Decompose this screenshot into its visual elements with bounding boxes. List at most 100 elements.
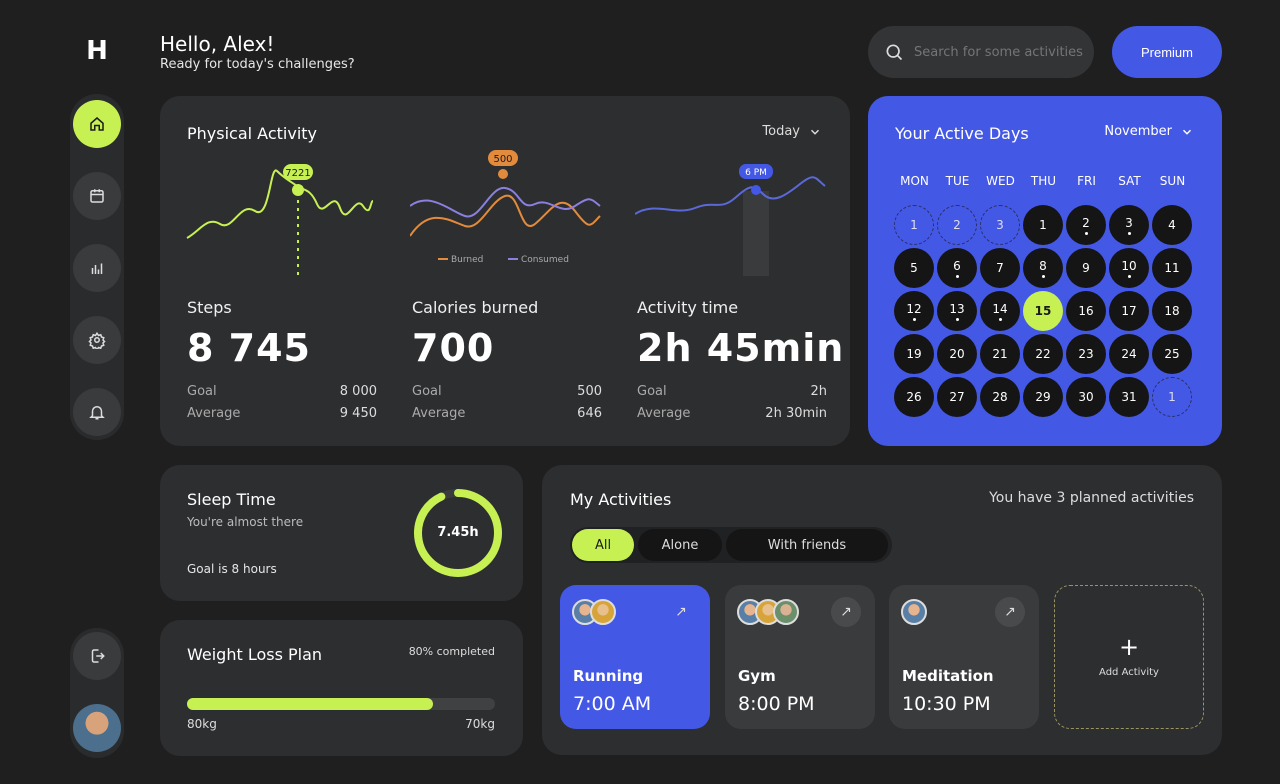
search-icon: [886, 44, 903, 61]
calendar-day[interactable]: 22: [1023, 334, 1063, 374]
search-input[interactable]: [914, 44, 1084, 60]
sidebar-item-home[interactable]: [73, 100, 121, 148]
calendar-day[interactable]: 3: [1109, 205, 1149, 245]
arrow-up-right-icon[interactable]: ↗: [831, 597, 861, 627]
sidebar-item-settings[interactable]: [73, 316, 121, 364]
calendar-day-outside[interactable]: 2: [937, 205, 977, 245]
calendar-day[interactable]: 1: [1023, 205, 1063, 245]
period-dropdown[interactable]: Today: [762, 124, 822, 139]
calendar-day[interactable]: 30: [1066, 377, 1106, 417]
calendar-day[interactable]: 8: [1023, 248, 1063, 288]
sleep-subtitle: You're almost there: [187, 515, 304, 529]
weekday-label: SAT: [1118, 174, 1141, 188]
arrow-up-right-icon[interactable]: ↗: [995, 597, 1025, 627]
calendar-day[interactable]: 29: [1023, 377, 1063, 417]
sidebar-item-notifications[interactable]: [73, 388, 121, 436]
calendar-day[interactable]: 12: [894, 291, 934, 331]
calendar-day[interactable]: 4: [1152, 205, 1192, 245]
calendar-day[interactable]: 23: [1066, 334, 1106, 374]
calendar-day[interactable]: 10: [1109, 248, 1149, 288]
premium-button[interactable]: Premium: [1112, 26, 1222, 78]
plus-icon: +: [1118, 632, 1140, 661]
calendar-day[interactable]: 14: [980, 291, 1020, 331]
logout-button[interactable]: [73, 632, 121, 680]
calendar-day-outside[interactable]: 1: [1152, 377, 1192, 417]
calendar-day[interactable]: 13: [937, 291, 977, 331]
calendar-day[interactable]: 25: [1152, 334, 1192, 374]
calendar-day-outside[interactable]: 3: [980, 205, 1020, 245]
calendar-day-today[interactable]: 15: [1023, 291, 1063, 331]
bell-icon: [89, 406, 105, 420]
sidebar-bottom: [70, 628, 124, 758]
steps-goal: 8 000: [339, 384, 377, 399]
calendar-day[interactable]: 26: [894, 377, 934, 417]
calendar-day[interactable]: 19: [894, 334, 934, 374]
avatar[interactable]: [73, 704, 121, 752]
planned-count: You have 3 planned activities: [989, 490, 1194, 506]
app-logo[interactable]: H: [84, 38, 110, 64]
sleep-value: 7.45h: [437, 525, 479, 540]
activity-time-avg-label: Average: [637, 406, 691, 421]
calendar-day-number: 29: [1035, 390, 1051, 404]
sleep-time-card: Sleep Time You're almost there Goal is 8…: [160, 465, 523, 601]
calendar-day-number: 16: [1078, 304, 1094, 318]
calendar-day[interactable]: 20: [937, 334, 977, 374]
activity-name: Meditation: [902, 667, 994, 685]
filter-with-friends[interactable]: With friends: [726, 529, 888, 561]
calendar-day-outside[interactable]: 1: [894, 205, 934, 245]
calendar-day[interactable]: 16: [1066, 291, 1106, 331]
activities-title: My Activities: [570, 490, 672, 509]
calendar-day[interactable]: 27: [937, 377, 977, 417]
search-bar[interactable]: [868, 26, 1094, 78]
add-activity-button[interactable]: + Add Activity: [1054, 585, 1204, 729]
physical-activity-title: Physical Activity: [187, 124, 318, 143]
activity-time-value: 2h 45min: [637, 326, 845, 370]
calendar-day[interactable]: 18: [1152, 291, 1192, 331]
participants: [572, 599, 616, 627]
sidebar-item-calendar[interactable]: [73, 172, 121, 220]
activity-tile-meditation[interactable]: ↗ Meditation 10:30 PM: [889, 585, 1039, 729]
steps-goal-row: Goal 8 000: [187, 384, 377, 399]
steps-chart: 7221: [186, 164, 374, 276]
sidebar-item-stats[interactable]: [73, 244, 121, 292]
filter-alone[interactable]: Alone: [638, 529, 722, 561]
calendar-day[interactable]: 5: [894, 248, 934, 288]
calendar-day[interactable]: 9: [1066, 248, 1106, 288]
calendar-day-number: 1: [1168, 390, 1176, 404]
calendar-day[interactable]: 21: [980, 334, 1020, 374]
calendar-day-number: 20: [949, 347, 965, 361]
period-label: Today: [762, 124, 800, 139]
calendar-day-number: 6: [953, 258, 961, 273]
calendar-day-number: 14: [992, 301, 1008, 316]
calendar-day[interactable]: 7: [980, 248, 1020, 288]
calendar-day[interactable]: 31: [1109, 377, 1149, 417]
sleep-goal: Goal is 8 hours: [187, 562, 277, 576]
calories-goal-row: Goal 500: [412, 384, 602, 399]
sleep-title: Sleep Time: [187, 490, 276, 509]
participant-avatar: [590, 599, 616, 625]
add-activity-label: Add Activity: [1099, 666, 1159, 678]
filter-all[interactable]: All: [572, 529, 634, 561]
activity-dot: [1041, 274, 1045, 278]
calendar-day-number: 13: [949, 301, 965, 316]
calendar-day-number: 10: [1121, 258, 1137, 273]
weight-progress-bar: [187, 698, 495, 710]
calendar-day[interactable]: 24: [1109, 334, 1149, 374]
month-dropdown[interactable]: November: [1104, 124, 1194, 139]
calendar-day-number: 9: [1082, 261, 1090, 275]
calendar-day-number: 15: [1034, 304, 1052, 318]
legend-consumed: Consumed: [521, 255, 569, 265]
calendar-day[interactable]: 28: [980, 377, 1020, 417]
calendar-day[interactable]: 2: [1066, 205, 1106, 245]
activity-tile-gym[interactable]: ↗ Gym 8:00 PM: [725, 585, 875, 729]
activity-tile-running[interactable]: ↗ Running 7:00 AM: [560, 585, 710, 729]
activity-time: 8:00 PM: [738, 693, 815, 715]
arrow-up-right-icon[interactable]: ↗: [666, 597, 696, 627]
calendar-day[interactable]: 17: [1109, 291, 1149, 331]
calendar-day[interactable]: 11: [1152, 248, 1192, 288]
steps-label: Steps: [187, 298, 232, 317]
sidebar-nav: [70, 94, 124, 440]
calories-column: 500 Burned Consumed Calories burned 700 …: [410, 146, 630, 436]
activity-dot: [1127, 274, 1131, 278]
calendar-day[interactable]: 6: [937, 248, 977, 288]
